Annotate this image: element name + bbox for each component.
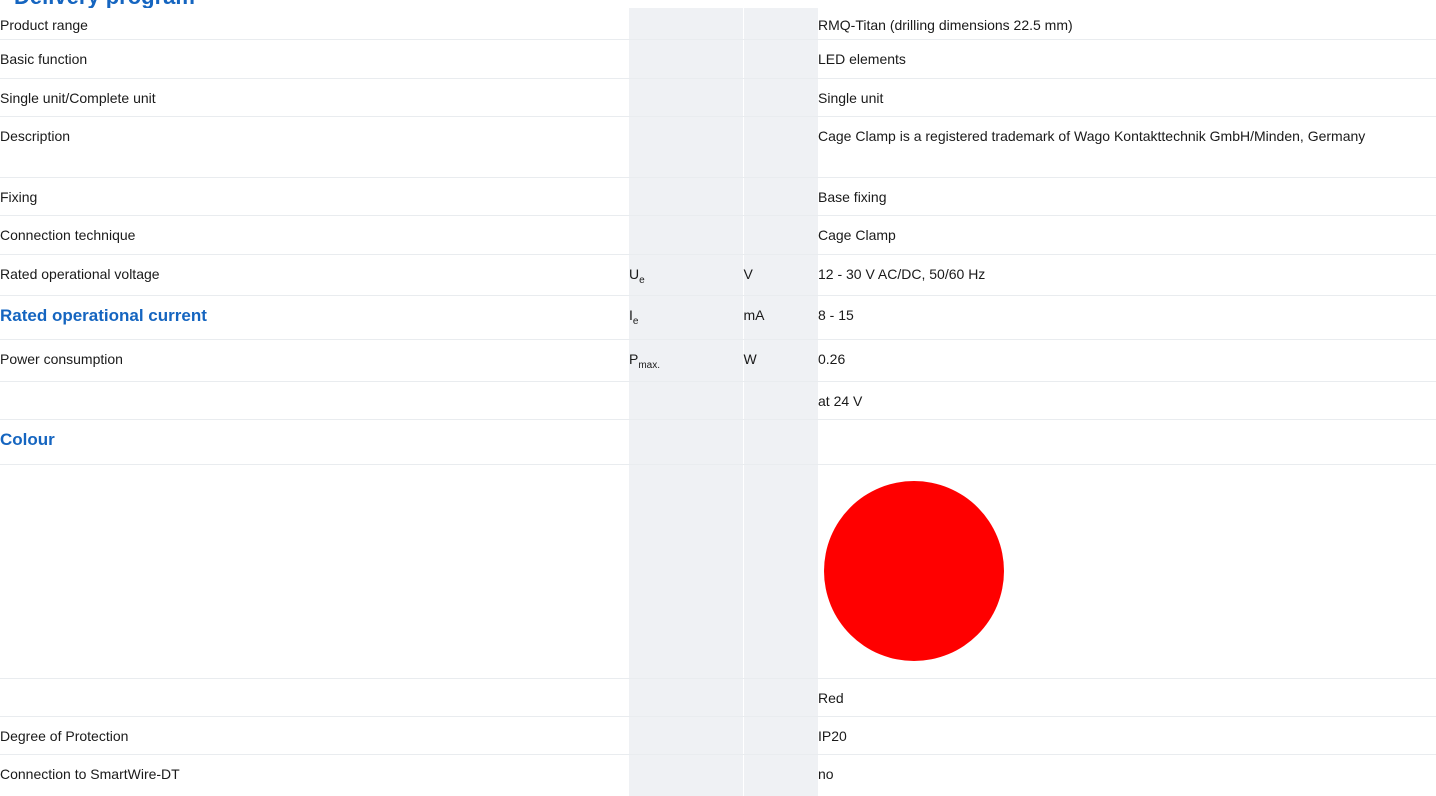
row-degree-of-protection: Degree of Protection IP20	[0, 716, 1436, 755]
symbol-subscript: e	[632, 315, 639, 327]
unit-cell: W	[742, 339, 818, 382]
symbol-cell	[629, 754, 743, 796]
symbol-cell: Pmax.	[629, 339, 743, 382]
row-power-consumption: Power consumption Pmax. W 0.26	[0, 339, 1436, 382]
row-label: Connection technique	[0, 215, 629, 255]
unit-cell	[742, 78, 818, 117]
symbol-cell	[629, 381, 743, 420]
row-colour-swatch	[0, 464, 1436, 679]
symbol-cell	[629, 716, 743, 755]
row-value-empty	[818, 419, 1436, 465]
unit-cell	[742, 215, 818, 255]
unit-cell	[742, 177, 818, 216]
row-label: Fixing	[0, 177, 629, 216]
row-value: 8 - 15	[818, 295, 1436, 340]
section-heading-delivery-program: Delivery program	[14, 0, 195, 8]
unit-cell	[742, 419, 818, 465]
section-heading-colour: Colour	[0, 419, 629, 465]
section-heading-rated-operational-current: Rated operational current	[0, 295, 629, 340]
row-smartwire-dt: Connection to SmartWire-DT no	[0, 754, 1436, 796]
row-label: Rated operational voltage	[0, 254, 629, 296]
spec-table: Product range RMQ-Titan (drilling dimens…	[0, 8, 1436, 796]
row-value: Red	[818, 678, 1436, 717]
symbol-cell	[629, 116, 743, 178]
unit-cell	[742, 464, 818, 679]
symbol-cell	[629, 464, 743, 679]
row-rated-operational-current: Rated operational current Ie mA 8 - 15	[0, 295, 1436, 340]
row-label: Power consumption	[0, 339, 629, 382]
row-label: Connection to SmartWire-DT	[0, 765, 180, 782]
row-value: no	[818, 765, 834, 782]
unit-cell	[742, 8, 818, 40]
row-value: RMQ-Titan (drilling dimensions 22.5 mm)	[818, 8, 1436, 40]
row-label-empty	[0, 381, 629, 420]
row-value: 0.26	[818, 339, 1436, 382]
row-label: Product range	[0, 8, 629, 40]
row-value: IP20	[818, 716, 1436, 755]
unit-cell	[742, 754, 818, 796]
row-description: Description Cage Clamp is a registered t…	[0, 116, 1436, 178]
row-label: Basic function	[0, 39, 629, 79]
symbol-cell	[629, 8, 743, 40]
symbol-cell	[629, 177, 743, 216]
symbol-text: U	[629, 265, 640, 282]
row-label: Description	[0, 116, 629, 178]
row-label: Single unit/Complete unit	[0, 78, 629, 117]
row-connection-technique: Connection technique Cage Clamp	[0, 215, 1436, 255]
row-value: Base fixing	[818, 177, 1436, 216]
unit-cell	[742, 39, 818, 79]
row-value: Single unit	[818, 78, 1436, 117]
row-label-empty	[0, 464, 629, 679]
symbol-cell	[629, 78, 743, 117]
swatch-cell	[818, 464, 1436, 679]
row-single-complete-unit: Single unit/Complete unit Single unit	[0, 78, 1436, 117]
row-value: 12 - 30 V AC/DC, 50/60 Hz	[818, 254, 1436, 296]
symbol-subscript: e	[639, 274, 645, 286]
symbol-cell	[629, 678, 743, 717]
row-fixing: Fixing Base fixing	[0, 177, 1436, 216]
row-rated-operational-voltage: Rated operational voltage Ue V 12 - 30 V…	[0, 254, 1436, 296]
symbol-subscript: max.	[638, 359, 661, 371]
row-value: Cage Clamp	[818, 215, 1436, 255]
row-power-note: at 24 V	[0, 381, 1436, 420]
row-label-empty	[0, 678, 629, 717]
row-value: Cage Clamp is a registered trademark of …	[818, 116, 1436, 178]
unit-cell	[742, 116, 818, 178]
unit-cell	[742, 678, 818, 717]
unit-cell: mA	[742, 295, 818, 340]
row-basic-function: Basic function LED elements	[0, 39, 1436, 79]
row-label: Degree of Protection	[0, 716, 629, 755]
row-value: LED elements	[818, 39, 1436, 79]
symbol-cell: Ue	[629, 254, 743, 296]
row-colour-heading: Colour	[0, 419, 1436, 465]
unit-cell	[742, 716, 818, 755]
colour-swatch	[824, 480, 1004, 661]
symbol-cell	[629, 419, 743, 465]
row-product-range: Product range RMQ-Titan (drilling dimens…	[0, 8, 1436, 40]
row-value: at 24 V	[818, 381, 1436, 420]
unit-cell	[742, 381, 818, 420]
row-colour-value: Red	[0, 678, 1436, 717]
symbol-cell: Ie	[629, 295, 743, 340]
symbol-cell	[629, 215, 743, 255]
unit-cell: V	[742, 254, 818, 296]
symbol-text: P	[629, 350, 639, 367]
symbol-cell	[629, 39, 743, 79]
